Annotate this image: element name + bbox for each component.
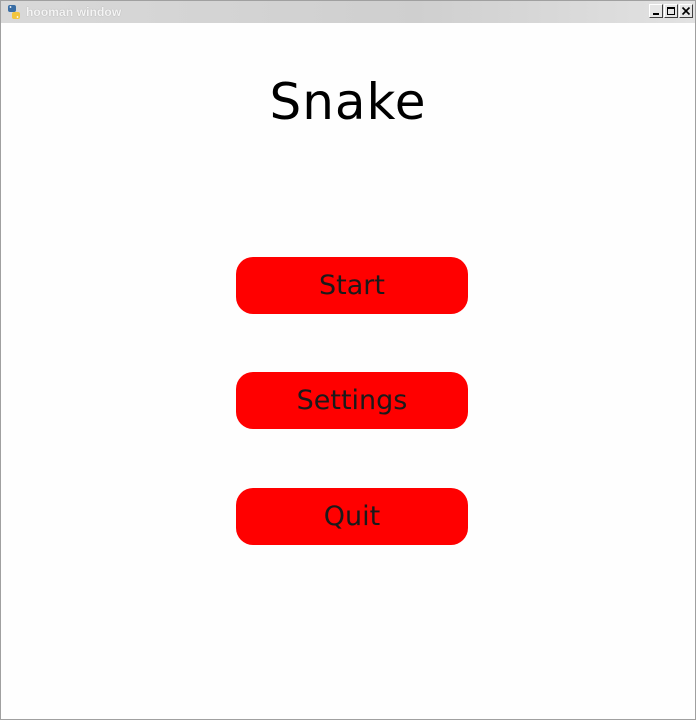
minimize-icon (653, 13, 659, 15)
close-button[interactable] (679, 4, 693, 18)
minimize-button[interactable] (649, 4, 663, 18)
python-icon (6, 4, 22, 20)
window-title: hooman window (26, 5, 122, 19)
quit-button[interactable]: Quit (236, 488, 468, 545)
window-controls (649, 4, 693, 18)
maximize-icon (667, 7, 675, 15)
game-title: Snake (269, 73, 427, 131)
app-window: hooman window Snake Start Settings Quit (0, 0, 696, 720)
title-bar[interactable]: hooman window (1, 1, 695, 23)
close-icon (681, 6, 691, 16)
start-button[interactable]: Start (236, 257, 468, 314)
maximize-button[interactable] (664, 4, 678, 18)
settings-button[interactable]: Settings (236, 372, 468, 429)
game-canvas: Snake Start Settings Quit (1, 23, 695, 719)
